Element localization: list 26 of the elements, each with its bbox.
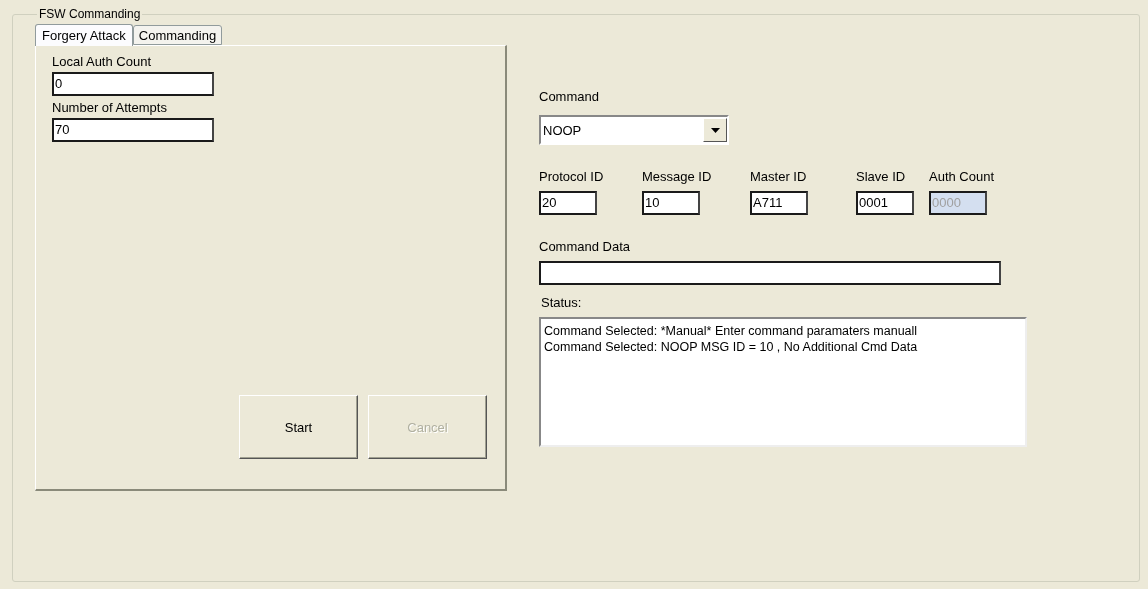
field-label: Protocol ID	[539, 169, 604, 185]
tab[interactable]: Forgery Attack	[35, 24, 133, 46]
field-label: Message ID	[642, 169, 712, 185]
field-label: Number of Attempts	[52, 100, 167, 116]
input-field[interactable]: 0	[52, 72, 214, 96]
field-label: Slave ID	[856, 169, 906, 185]
status-line: Command Selected: NOOP MSG ID = 10 , No Additional Cmd Data	[544, 339, 919, 355]
status-line: Command Selected: *Manual* Enter command paramaters manuall	[544, 323, 919, 339]
command-label: Command	[539, 89, 599, 105]
status-label: Status:	[541, 295, 582, 311]
field-label: Auth Count	[929, 169, 995, 185]
input-field: 0000	[929, 191, 987, 215]
command-dropdown[interactable]: NOOP	[539, 115, 729, 145]
dropdown-arrow-icon	[710, 127, 720, 133]
input-field[interactable]: A711	[750, 191, 808, 215]
field-label: Master ID	[750, 169, 807, 185]
field-label: Command Data	[539, 239, 631, 255]
input-field[interactable]: 70	[52, 118, 214, 142]
start-button[interactable]: Start	[239, 395, 358, 459]
tab[interactable]: Commanding	[132, 25, 223, 45]
field-label: Local Auth Count	[52, 54, 152, 70]
input-field[interactable]: 20	[539, 191, 597, 215]
input-field[interactable]: 0001	[856, 191, 914, 215]
group-title: FSW Commanding	[38, 7, 142, 21]
command-data-field[interactable]	[539, 261, 1001, 285]
input-field[interactable]: 10	[642, 191, 700, 215]
